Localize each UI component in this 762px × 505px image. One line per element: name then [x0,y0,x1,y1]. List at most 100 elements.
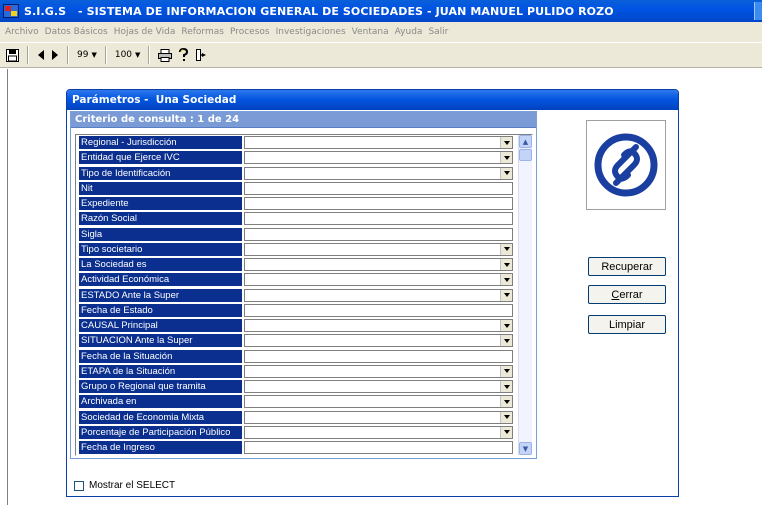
criteria-label: CAUSAL Principal [79,319,242,332]
chevron-down-icon[interactable] [500,320,512,331]
menu-hojas-de-vida[interactable]: Hojas de Vida [111,27,179,37]
chevron-down-icon[interactable] [500,426,512,438]
scrollbar-thumb[interactable] [519,149,532,161]
dialog-title: Parámetros - Una Sociedad [67,90,678,110]
chevron-down-icon[interactable] [500,411,512,423]
toolbar-separator [104,46,107,64]
chevron-up-icon: ▲ [522,137,529,146]
criteria-dropdown[interactable] [244,380,513,393]
criteria-dropdown[interactable] [244,288,513,302]
print-button[interactable] [158,46,173,64]
criteria-text-field[interactable] [244,197,513,210]
show-select-checkbox[interactable] [74,480,84,491]
criteria-text-field[interactable] [244,181,513,195]
criteria-row: Actividad Económica [76,272,518,287]
printer-icon [158,48,173,62]
menu-datos-basicos[interactable]: Datos Básicos [42,27,111,37]
menu-salir[interactable]: Salir [425,27,451,37]
chevron-down-icon[interactable] [500,335,512,347]
toolbar-separator [148,46,151,64]
criteria-row: Nit [76,181,518,196]
triangle-right-icon [52,50,58,60]
criteria-dropdown[interactable] [244,425,513,439]
criteria-row: Entidad que Ejerce IVC [76,150,518,165]
recuperar-button[interactable]: Recuperar [588,257,666,276]
criteria-grid: Regional - Jurisdicción Entidad que Ejerc… [75,134,533,456]
criteria-dropdown[interactable] [244,395,513,409]
criteria-row: Tipo de Identificación [76,166,518,181]
criteria-label: SITUACION Ante la Super [79,334,242,348]
minimize-button[interactable] [754,2,762,20]
combo-100[interactable]: 100 ▼ [115,47,141,64]
criteria-label: Fecha de Ingreso [79,441,242,454]
criteria-label: La Sociedad es [79,258,242,271]
combo-99[interactable]: 99 ▼ [77,47,97,64]
scroll-down-button[interactable]: ▼ [519,442,532,455]
criteria-rows: Regional - Jurisdicción Entidad que Ejerc… [76,135,518,455]
scroll-up-button[interactable]: ▲ [519,135,532,148]
criteria-dropdown[interactable] [244,364,513,378]
show-select-checkbox-row[interactable]: Mostrar el SELECT [74,480,175,491]
chevron-down-icon[interactable] [500,243,512,255]
limpiar-button[interactable]: Limpiar [588,315,666,334]
criteria-text-field[interactable] [244,212,513,226]
chevron-down-icon[interactable] [500,289,512,301]
floppy-disk-icon [6,48,19,62]
chevron-down-icon[interactable] [500,167,512,179]
criteria-dropdown[interactable] [244,334,513,348]
criteria-row: CAUSAL Principal [76,318,518,333]
criteria-label: Tipo societario [79,242,242,256]
criteria-dropdown[interactable] [244,258,513,271]
cerrar-mnemonic: C [611,288,620,301]
question-mark-icon [179,48,189,61]
criteria-row: Sociedad de Economia Mixta [76,410,518,425]
criteria-text-field[interactable] [244,303,513,317]
cerrar-label: errar [619,288,643,301]
criteria-dropdown[interactable] [244,319,513,332]
previous-button[interactable] [37,46,45,64]
criteria-label: Actividad Económica [79,273,242,287]
menu-reformas[interactable]: Reformas [178,27,227,37]
chevron-down-icon[interactable] [500,365,512,377]
criteria-row: ETAPA de la Situación [76,364,518,379]
chevron-down-icon[interactable] [500,137,512,148]
menu-archivo[interactable]: Archivo [2,27,42,37]
menu-ayuda[interactable]: Ayuda [392,27,426,37]
criteria-row: Regional - Jurisdicción [76,135,518,150]
criteria-dropdown[interactable] [244,410,513,424]
chevron-down-icon[interactable] [500,396,512,408]
criteria-row: SITUACION Ante la Super [76,333,518,348]
vertical-scrollbar[interactable]: ▲ ▼ [518,135,532,455]
toolbar-separator [67,46,69,64]
chevron-down-icon[interactable] [500,152,512,164]
criteria-label: Regional - Jurisdicción [79,136,242,149]
chevron-down-icon: ▼ [91,51,97,59]
criteria-text-field[interactable] [244,349,513,363]
criteria-header: Criterio de consulta : 1 de 24 [71,112,536,128]
menu-procesos[interactable]: Procesos [227,27,273,37]
criteria-row: Expediente [76,196,518,211]
cerrar-button[interactable]: Cerrar [588,285,666,304]
criteria-label: Sigla [79,227,242,241]
criteria-dropdown[interactable] [244,166,513,180]
workspace-edge [7,69,8,505]
criteria-text-field[interactable] [244,441,513,454]
criteria-dropdown[interactable] [244,242,513,256]
show-select-label: Mostrar el SELECT [89,480,176,491]
chevron-down-icon[interactable] [500,274,512,286]
criteria-row: Fecha de Ingreso [76,440,518,455]
next-button[interactable] [51,46,59,64]
menu-bar: Archivo Datos Básicos Hojas de Vida Refo… [0,22,762,42]
criteria-text-field[interactable] [244,227,513,241]
criteria-dropdown[interactable] [244,151,513,165]
criteria-dropdown[interactable] [244,136,513,149]
menu-investigaciones[interactable]: Investigaciones [273,27,349,37]
criteria-dropdown[interactable] [244,273,513,287]
chevron-down-icon[interactable] [500,381,512,392]
exit-button[interactable] [195,46,207,64]
menu-ventana[interactable]: Ventana [349,27,392,37]
criteria-label: Sociedad de Economia Mixta [79,410,242,424]
chevron-down-icon[interactable] [500,259,512,270]
help-button[interactable] [178,46,189,64]
save-button[interactable] [6,46,19,64]
